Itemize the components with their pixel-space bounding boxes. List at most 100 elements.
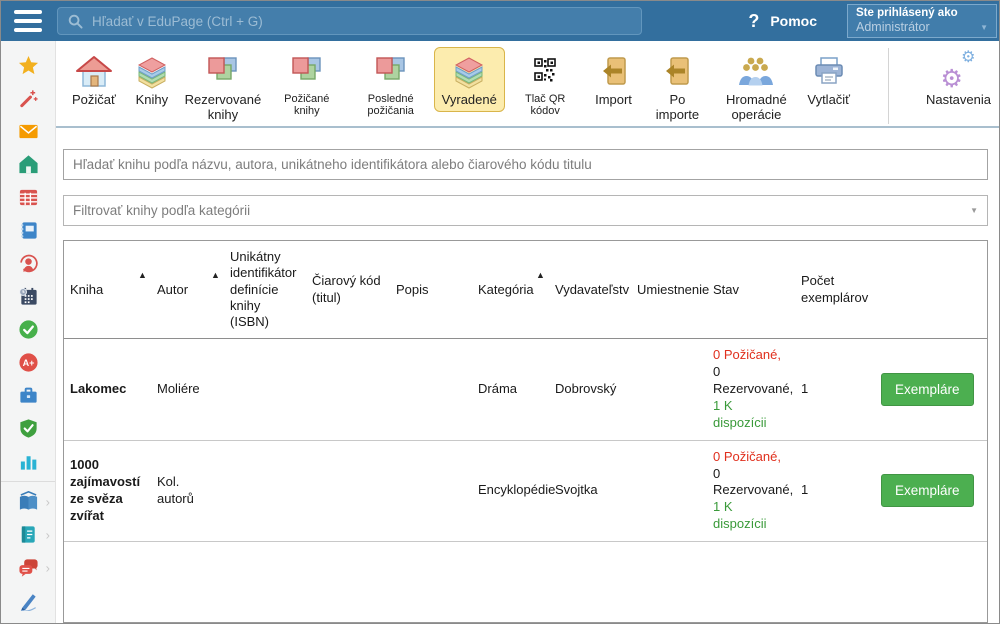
toolbar-item-nastavenia[interactable]: ⚙ ⚙ Nastavenia: [918, 47, 999, 112]
toolbar-item-label: Knihy: [136, 93, 169, 108]
column-header-actions: [875, 241, 987, 339]
help-label: Pomoc: [770, 13, 817, 29]
sort-asc-icon: ▲: [138, 270, 151, 281]
status-reserved: 0 Rezervované,: [713, 364, 793, 396]
gear-icon: ⚙: [961, 49, 975, 67]
borrowed-books-icon: [287, 53, 327, 90]
toolbar-item-label: Tlač QR kódov: [513, 93, 578, 118]
sidebar-item-agenda[interactable]: [1, 379, 55, 412]
sidebar-item-classbook[interactable]: [1, 214, 55, 247]
column-header-popis[interactable]: Popis: [390, 241, 472, 339]
sidebar-divider: [1, 481, 55, 482]
filters-section: Filtrovať knihy podľa kategórii ▼: [56, 128, 999, 226]
sort-indicator[interactable]: ▲: [138, 241, 151, 339]
sort-indicator[interactable]: ▲: [536, 241, 549, 339]
sidebar-item-calendar[interactable]: [1, 280, 55, 313]
chevron-right-icon: ›: [46, 527, 50, 542]
global-search-input[interactable]: Hľadať v EduPage (Ctrl + G): [57, 7, 642, 35]
sidebar-item-security[interactable]: [1, 412, 55, 445]
sidebar-item-timetable[interactable]: [1, 181, 55, 214]
books-table: Kniha ▲ Autor ▲ Unikátny identifikátor d…: [64, 241, 987, 542]
exemplare-button[interactable]: Exempláre: [881, 474, 974, 507]
logged-in-user: Administrátor: [856, 20, 930, 34]
toolbar-item-label: Požičané knihy: [274, 93, 340, 118]
column-header-kategoria[interactable]: Kategória: [472, 241, 536, 339]
calendar-clock-icon: [18, 286, 39, 307]
toolbar-item-label: Rezervované knihy: [185, 93, 262, 122]
sidebar-item-attendance[interactable]: [1, 313, 55, 346]
gear-icon: ⚙: [940, 65, 962, 93]
check-circle-icon: [18, 319, 39, 340]
user-menu[interactable]: Ste prihlásený ako Administrátor ▼: [847, 4, 997, 38]
column-header-kniha[interactable]: Kniha: [64, 241, 138, 339]
toolbar-item-hromadne-operacie[interactable]: Hromadné operácie: [713, 47, 799, 126]
hamburger-menu-icon[interactable]: [14, 10, 42, 32]
cell-actions: Exempláre: [875, 440, 987, 541]
cell-popis: [390, 339, 472, 440]
sort-indicator[interactable]: ▲: [211, 241, 224, 339]
sidebar-item-favorites[interactable]: [1, 49, 55, 82]
column-header-ciarovy-kod[interactable]: Čiarový kód (titul): [306, 241, 390, 339]
toolbar-divider: [888, 48, 889, 124]
sidebar-item-communication[interactable]: ›: [1, 551, 55, 584]
toolbar-item-posledne-pozicania[interactable]: Posledné požičania: [348, 47, 434, 122]
topbar: Hľadať v EduPage (Ctrl + G) ? Pomoc Ste …: [1, 1, 999, 41]
books-stack-icon: [132, 53, 172, 90]
magic-wand-icon: [18, 88, 39, 109]
cell-vydavatelstvo: Svojtka: [549, 440, 631, 541]
column-header-umiestnenie[interactable]: Umiestnenie: [631, 241, 707, 339]
logged-in-label: Ste prihlásený ako: [856, 7, 988, 19]
discarded-stack-icon: [449, 53, 489, 90]
sidebar-item-signature[interactable]: [1, 584, 55, 617]
toolbar-item-label: Vytlačiť: [807, 93, 850, 108]
book-search-input[interactable]: [63, 149, 988, 180]
toolbar-item-pozicane-knihy[interactable]: Požičané knihy: [266, 47, 348, 122]
sidebar-item-home[interactable]: [1, 148, 55, 181]
question-mark-icon: ?: [748, 11, 759, 32]
status-reserved: 0 Rezervované,: [713, 466, 793, 498]
toolbar-item-vytlacit[interactable]: Vytlačiť: [799, 47, 858, 112]
library-main: Požičať Knihy: [56, 41, 999, 623]
help-button[interactable]: ? Pomoc: [748, 11, 817, 32]
print-icon: [809, 53, 849, 90]
status-available: 1 K dispozícii: [713, 499, 766, 531]
documents-icon: [18, 524, 39, 545]
lend-house-icon: [74, 53, 114, 90]
cell-isbn: [224, 440, 306, 541]
chevron-right-icon: ›: [46, 560, 50, 575]
shield-check-icon: [18, 418, 39, 439]
column-header-isbn[interactable]: Unikátny identifikátor definície knihy (…: [224, 241, 306, 339]
toolbar-item-import[interactable]: Import: [586, 47, 642, 112]
toolbar-item-rezervovane-knihy[interactable]: Rezervované knihy: [180, 47, 266, 126]
toolbar-item-label: Po importe: [650, 93, 706, 122]
sidebar-item-statistics[interactable]: [1, 445, 55, 478]
column-header-stav[interactable]: Stav: [707, 241, 795, 339]
column-header-autor[interactable]: Autor: [151, 241, 211, 339]
cell-popis: [390, 440, 472, 541]
category-filter-placeholder: Filtrovať knihy podľa kategórii: [73, 203, 250, 218]
sidebar-item-messages[interactable]: [1, 115, 55, 148]
table-row: Lakomec Moliére Dráma Dobrovský 0 Požiča…: [64, 339, 987, 440]
sidebar-item-library[interactable]: ›: [1, 485, 55, 518]
category-filter-select[interactable]: Filtrovať knihy podľa kategórii ▼: [63, 195, 988, 226]
column-header-pocet-exemplarov[interactable]: Počet exemplárov: [795, 241, 875, 339]
toolbar-item-knihy[interactable]: Knihy: [124, 47, 180, 112]
sidebar-item-documents[interactable]: ›: [1, 518, 55, 551]
chevron-right-icon: ›: [46, 494, 50, 509]
toolbar-item-label: Import: [595, 93, 632, 108]
toolbar-item-po-importe[interactable]: Po importe: [642, 47, 714, 126]
cell-ciarovy-kod: [306, 339, 390, 440]
sidebar-item-grades[interactable]: A+: [1, 346, 55, 379]
toolbar-item-vyradene[interactable]: Vyradené: [434, 47, 505, 112]
toolbar-item-label: Vyradené: [442, 93, 497, 108]
toolbar-item-pozicat[interactable]: Požičať: [64, 47, 124, 112]
cell-stav: 0 Požičané, 0 Rezervované, 1 K dispozíci…: [707, 339, 795, 440]
chevron-down-icon: ▼: [980, 23, 988, 32]
toolbar-item-label: Požičať: [72, 93, 116, 108]
status-borrowed: 0 Požičané,: [713, 449, 781, 464]
toolbar-item-tlac-qr-kodov[interactable]: Tlač QR kódov: [505, 47, 586, 122]
exemplare-button[interactable]: Exempláre: [881, 373, 974, 406]
sidebar-item-substitution[interactable]: [1, 247, 55, 280]
sidebar-item-wizard[interactable]: [1, 82, 55, 115]
column-header-vydavatelstvo[interactable]: Vydavateľstv: [549, 241, 631, 339]
